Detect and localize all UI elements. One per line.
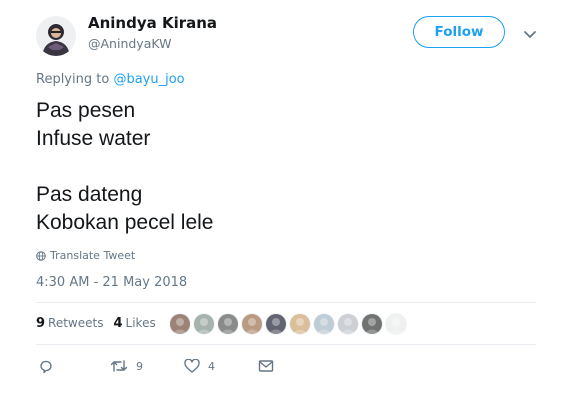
translate-tweet-link[interactable]: Translate Tweet xyxy=(36,249,135,262)
liker-avatar-image xyxy=(337,313,359,335)
chevron-down-icon[interactable] xyxy=(522,26,538,38)
liker-avatar[interactable] xyxy=(361,313,383,335)
liker-avatar[interactable] xyxy=(265,313,287,335)
divider xyxy=(36,344,536,345)
tweet-line: Pas dateng xyxy=(36,183,143,206)
author-name[interactable]: Anindya Kirana xyxy=(88,14,217,32)
liker-avatar[interactable] xyxy=(193,313,215,335)
divider xyxy=(36,302,536,303)
translate-tweet-label: Translate Tweet xyxy=(50,249,136,262)
liker-avatar[interactable] xyxy=(337,313,359,335)
liker-avatar[interactable] xyxy=(241,313,263,335)
liker-avatar[interactable] xyxy=(385,313,407,335)
envelope-icon xyxy=(258,360,274,372)
replying-to: Replying to @bayu_joo xyxy=(36,72,185,87)
tweet-text: Pas pesen Infuse water Pas dateng Koboka… xyxy=(36,97,213,237)
likes-stat[interactable]: 4 Likes xyxy=(113,316,155,331)
retweets-label: Retweets xyxy=(48,316,104,330)
liker-avatar-image xyxy=(313,313,335,335)
retweets-stat[interactable]: 9 Retweets xyxy=(36,316,103,331)
liker-avatars xyxy=(169,313,407,335)
retweet-icon xyxy=(110,360,128,372)
liker-avatar[interactable] xyxy=(217,313,239,335)
globe-icon xyxy=(36,250,46,261)
follow-button[interactable]: Follow xyxy=(413,16,505,48)
retweet-button[interactable]: 9 xyxy=(110,359,184,373)
liker-avatar[interactable] xyxy=(289,313,311,335)
liker-avatar[interactable] xyxy=(313,313,335,335)
liker-avatar-image xyxy=(241,313,263,335)
reply-button[interactable] xyxy=(38,358,110,374)
tweet-stats: 9 Retweets 4 Likes xyxy=(36,316,156,331)
liker-avatar-image xyxy=(193,313,215,335)
heart-icon xyxy=(184,359,200,373)
tweet-line: Infuse water xyxy=(36,127,151,150)
replying-to-label: Replying to xyxy=(36,72,110,87)
likes-count: 4 xyxy=(113,316,123,331)
like-button[interactable]: 4 xyxy=(184,359,258,373)
likes-label: Likes xyxy=(125,316,156,330)
tweet-timestamp[interactable]: 4:30 AM - 21 May 2018 xyxy=(36,275,187,290)
direct-message-button[interactable] xyxy=(258,359,274,373)
reply-icon xyxy=(40,360,52,374)
liker-avatar-image xyxy=(265,313,287,335)
tweet-actions: 9 4 xyxy=(38,358,274,374)
retweets-count: 9 xyxy=(36,316,46,331)
liker-avatar-image xyxy=(289,313,311,335)
liker-avatar-image xyxy=(169,313,191,335)
liker-avatar[interactable] xyxy=(169,313,191,335)
replying-to-mention[interactable]: @bayu_joo xyxy=(113,72,184,87)
tweet-line: Kobokan pecel lele xyxy=(36,211,214,234)
retweet-count: 9 xyxy=(136,359,143,373)
like-count: 4 xyxy=(208,359,215,373)
liker-avatar-image xyxy=(361,313,383,335)
author-avatar[interactable] xyxy=(36,16,76,56)
tweet-line: Pas pesen xyxy=(36,99,136,122)
author-handle[interactable]: @AnindyaKW xyxy=(88,36,171,51)
avatar-image xyxy=(36,16,76,56)
liker-avatar-image xyxy=(385,313,407,335)
liker-avatar-image xyxy=(217,313,239,335)
tweet-line xyxy=(36,153,213,181)
